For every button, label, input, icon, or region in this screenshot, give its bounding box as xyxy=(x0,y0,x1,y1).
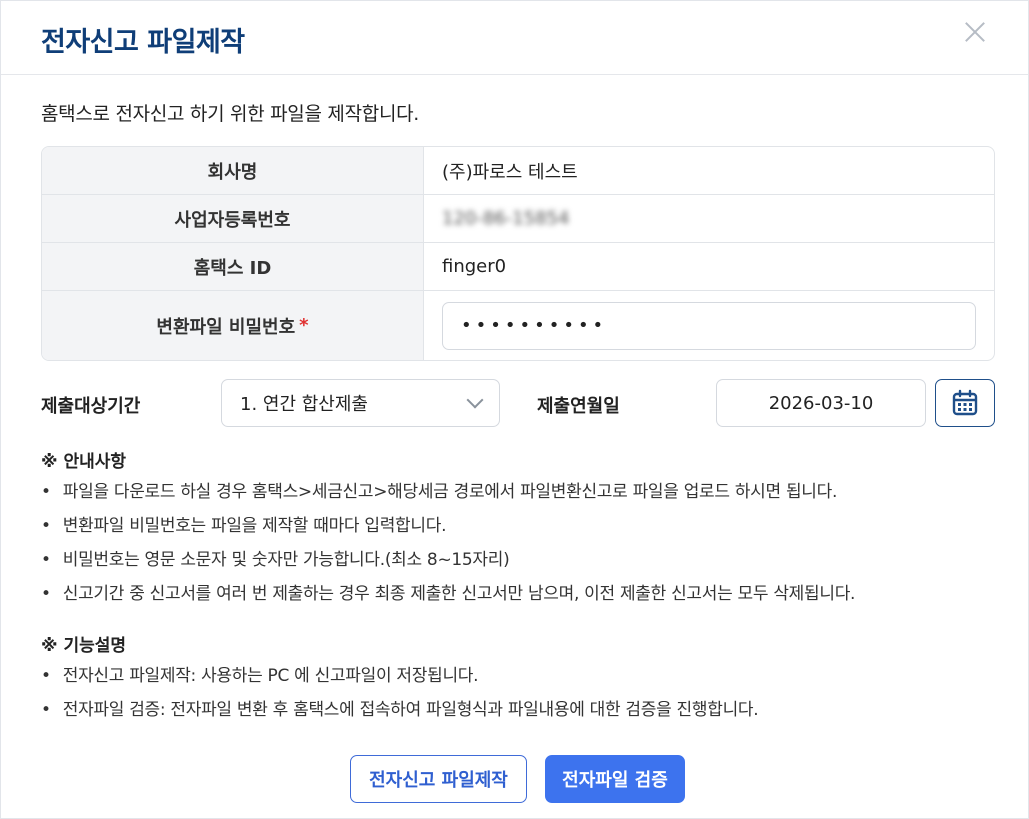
intro-text: 홈택스로 전자신고 하기 위한 파일을 제작합니다. xyxy=(41,103,420,125)
verify-file-button[interactable]: 전자파일 검증 xyxy=(545,755,685,803)
password-row: 변환파일 비밀번호 * xyxy=(42,291,994,360)
company-label: 회사명 xyxy=(42,147,424,194)
password-input[interactable] xyxy=(442,301,976,350)
list-item: 전자신고 파일제작: 사용하는 PC 에 신고파일이 저장됩니다. xyxy=(41,659,758,693)
required-mark: * xyxy=(299,315,309,336)
hometax-label: 홈택스 ID xyxy=(42,243,424,290)
period-select[interactable]: 1. 연간 합산제출 xyxy=(221,379,500,427)
period-selected-value: 1. 연간 합산제출 xyxy=(240,394,368,415)
company-info-table: 회사명 (주)파로스 테스트 사업자등록번호 120-86-15854 홈택스 … xyxy=(41,146,995,361)
hometax-row: 홈택스 ID finger0 xyxy=(42,243,994,291)
create-file-button[interactable]: 전자신고 파일제작 xyxy=(350,755,527,803)
dialog-header: 전자신고 파일제작 xyxy=(1,1,1028,75)
bizno-value: 120-86-15854 xyxy=(442,208,570,229)
bizno-value-cell: 120-86-15854 xyxy=(424,195,994,242)
list-item: 비밀번호는 영문 소문자 및 숫자만 가능합니다.(최소 8~15자리) xyxy=(41,543,855,577)
company-value: (주)파로스 테스트 xyxy=(442,161,578,183)
file-creation-dialog: 전자신고 파일제작 홈택스로 전자신고 하기 위한 파일을 제작합니다. 회사명… xyxy=(0,0,1029,819)
list-item: 변환파일 비밀번호는 파일을 제작할 때마다 입력합니다. xyxy=(41,509,855,543)
chevron-down-icon xyxy=(466,391,484,409)
list-item: 전자파일 검증: 전자파일 변환 후 홈택스에 접속하여 파일형식과 파일내용에… xyxy=(41,693,759,727)
close-icon[interactable] xyxy=(960,17,990,47)
calendar-icon xyxy=(952,389,978,416)
list-item: 파일을 다운로드 하실 경우 홈택스>세금신고>해당세금 경로에서 파일변환신고… xyxy=(41,475,855,509)
features-title: ※ 기능설명 xyxy=(41,636,127,656)
guide-title: ※ 안내사항 xyxy=(41,452,127,472)
period-label: 제출대상기간 xyxy=(41,396,141,417)
password-value-cell xyxy=(424,291,994,360)
features-list: 전자신고 파일제작: 사용하는 PC 에 신고파일이 저장됩니다. 전자파일 검… xyxy=(41,659,759,727)
company-row: 회사명 (주)파로스 테스트 xyxy=(42,147,994,195)
password-label: 변환파일 비밀번호 xyxy=(156,316,296,338)
password-label-cell: 변환파일 비밀번호 * xyxy=(42,291,424,360)
hometax-value: finger0 xyxy=(442,256,507,277)
bizno-label: 사업자등록번호 xyxy=(42,195,424,242)
list-item: 신고기간 중 신고서를 여러 번 제출하는 경우 최종 제출한 신고서만 남으며… xyxy=(41,577,856,611)
submission-form-row: 제출대상기간 1. 연간 합산제출 제출연월일 xyxy=(41,379,995,427)
bizno-row: 사업자등록번호 120-86-15854 xyxy=(42,195,994,243)
dialog-title: 전자신고 파일제작 xyxy=(41,27,245,58)
guide-list: 파일을 다운로드 하실 경우 홈택스>세금신고>해당세금 경로에서 파일변환신고… xyxy=(41,475,856,611)
submit-date-label: 제출연월일 xyxy=(537,396,620,417)
calendar-button[interactable] xyxy=(935,379,995,427)
submit-date-input[interactable] xyxy=(716,379,926,427)
